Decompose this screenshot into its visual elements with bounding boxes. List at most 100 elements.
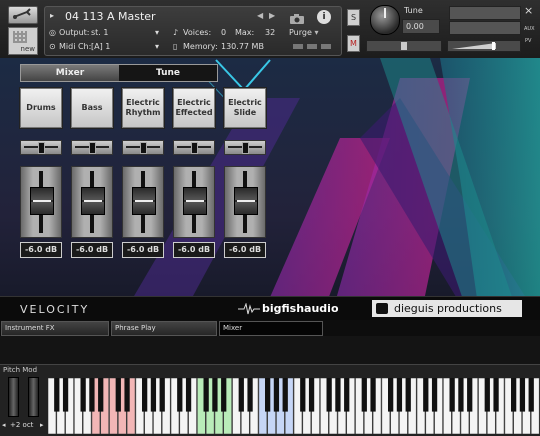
- black-key[interactable]: [54, 378, 60, 412]
- black-key[interactable]: [62, 378, 69, 412]
- pan-control-electric-slide[interactable]: [224, 140, 266, 155]
- black-key[interactable]: [212, 378, 218, 412]
- midi-channel-label: Midi Ch:: [59, 42, 92, 51]
- instrument-header: new ▸ 04 113 A Master ◀ ▶ i ◎ Output: st…: [0, 0, 540, 59]
- volume-fader-electric-slide[interactable]: [224, 166, 266, 238]
- black-key[interactable]: [177, 378, 183, 412]
- purge-menu[interactable]: Purge ▾: [289, 28, 335, 38]
- mute-button[interactable]: M: [347, 35, 360, 52]
- output-dropdown-icon[interactable]: ▾: [155, 28, 159, 37]
- instrument-name[interactable]: 04 113 A Master: [65, 10, 156, 23]
- black-key[interactable]: [273, 378, 280, 412]
- black-key[interactable]: [89, 378, 95, 412]
- output-meter-x: [321, 44, 331, 49]
- prev-instrument-icon[interactable]: ◀: [257, 11, 263, 20]
- max-label: Max:: [235, 28, 255, 37]
- black-key[interactable]: [159, 378, 165, 412]
- black-key[interactable]: [335, 378, 341, 412]
- pan-control-electric-effected[interactable]: [173, 140, 215, 155]
- black-key[interactable]: [203, 378, 209, 412]
- piano-keyboard[interactable]: [48, 378, 540, 434]
- pan-slider[interactable]: [366, 40, 442, 52]
- dieguis-mark-icon: [376, 303, 388, 314]
- tab-tune[interactable]: Tune: [119, 65, 217, 81]
- black-key[interactable]: [528, 378, 534, 412]
- black-key[interactable]: [185, 378, 192, 412]
- channel-button-drums[interactable]: Drums: [20, 88, 62, 128]
- pan-control-bass[interactable]: [71, 140, 113, 155]
- octave-down-icon[interactable]: ◂: [2, 421, 6, 429]
- volume-fader-electric-effected[interactable]: [173, 166, 215, 238]
- pan-control-drums[interactable]: [20, 140, 62, 155]
- black-key[interactable]: [431, 378, 438, 412]
- mod-wheel[interactable]: [28, 377, 39, 417]
- channel-button-electric-slide[interactable]: Electric Slide: [224, 88, 266, 128]
- output-select[interactable]: st. 1: [91, 28, 108, 37]
- black-key[interactable]: [519, 378, 526, 412]
- channel-button-electric-rhythm[interactable]: Electric Rhythm: [122, 88, 164, 128]
- black-key[interactable]: [221, 378, 227, 412]
- pv-button[interactable]: PV: [525, 38, 531, 44]
- black-key[interactable]: [124, 378, 130, 412]
- black-key[interactable]: [423, 378, 429, 412]
- close-icon[interactable]: ×: [524, 4, 533, 17]
- black-key[interactable]: [467, 378, 473, 412]
- brand-bar: VELOCITY bigfishaudio dieguis production…: [0, 296, 540, 320]
- black-key[interactable]: [265, 378, 271, 412]
- tune-knob[interactable]: [370, 5, 400, 35]
- tune-value[interactable]: 0.00: [402, 19, 440, 34]
- black-key[interactable]: [361, 378, 367, 412]
- black-key[interactable]: [326, 378, 332, 412]
- tab-mixer[interactable]: Mixer: [21, 65, 119, 81]
- midi-dropdown-icon[interactable]: ▾: [155, 42, 159, 51]
- max-voices-value[interactable]: 32: [265, 28, 275, 37]
- volume-fader-electric-rhythm[interactable]: [122, 166, 164, 238]
- octave-up-icon[interactable]: ▸: [40, 421, 44, 429]
- volume-slider[interactable]: [447, 40, 521, 52]
- info-icon[interactable]: i: [317, 10, 331, 24]
- black-key[interactable]: [300, 378, 306, 412]
- output-meter-r: [307, 44, 317, 49]
- midi-channel-select[interactable]: [A] 1: [91, 42, 110, 51]
- expand-arrow-icon[interactable]: ▸: [50, 11, 54, 20]
- black-key[interactable]: [150, 378, 157, 412]
- volume-fader-bass[interactable]: [71, 166, 113, 238]
- black-key[interactable]: [308, 378, 315, 412]
- instrument-info-panel: ▸ 04 113 A Master ◀ ▶ i ◎ Output: st. 1 …: [44, 6, 342, 56]
- tab-phrase-play[interactable]: Phrase Play: [111, 321, 217, 336]
- next-instrument-icon[interactable]: ▶: [269, 11, 275, 20]
- black-key[interactable]: [493, 378, 499, 412]
- black-key[interactable]: [449, 378, 455, 412]
- black-key[interactable]: [98, 378, 104, 412]
- black-key[interactable]: [388, 378, 394, 412]
- black-key[interactable]: [405, 378, 411, 412]
- black-key[interactable]: [115, 378, 121, 412]
- black-key[interactable]: [396, 378, 403, 412]
- channel-button-bass[interactable]: Bass: [71, 88, 113, 128]
- new-instrument-button[interactable]: new: [8, 27, 38, 55]
- black-key[interactable]: [511, 378, 517, 412]
- pitch-wheel[interactable]: [8, 377, 19, 417]
- black-key[interactable]: [344, 378, 350, 412]
- black-key[interactable]: [142, 378, 148, 412]
- volume-readout-bass: -6.0 dB: [71, 242, 113, 258]
- black-key[interactable]: [458, 378, 464, 412]
- tab-instrument-fx[interactable]: Instrument FX: [1, 321, 109, 336]
- aux-button[interactable]: AUX: [524, 26, 535, 32]
- black-key[interactable]: [370, 378, 376, 412]
- channel-button-electric-effected[interactable]: Electric Effected: [173, 88, 215, 128]
- pan-control-electric-rhythm[interactable]: [122, 140, 164, 155]
- level-meter-left: [449, 6, 521, 20]
- tab-panel-mixer[interactable]: Mixer: [219, 321, 323, 336]
- camera-icon[interactable]: [289, 10, 305, 24]
- black-key[interactable]: [282, 378, 288, 412]
- memory-label: Memory:: [183, 42, 218, 51]
- volume-fader-drums[interactable]: [20, 166, 62, 238]
- solo-button[interactable]: S: [347, 9, 360, 26]
- black-key[interactable]: [484, 378, 490, 412]
- black-key[interactable]: [80, 378, 86, 412]
- wrench-icon[interactable]: [8, 6, 38, 24]
- black-key[interactable]: [247, 378, 253, 412]
- keyboard-area: Pitch Mod ◂ +2 oct ▸: [0, 364, 540, 436]
- black-key[interactable]: [238, 378, 244, 412]
